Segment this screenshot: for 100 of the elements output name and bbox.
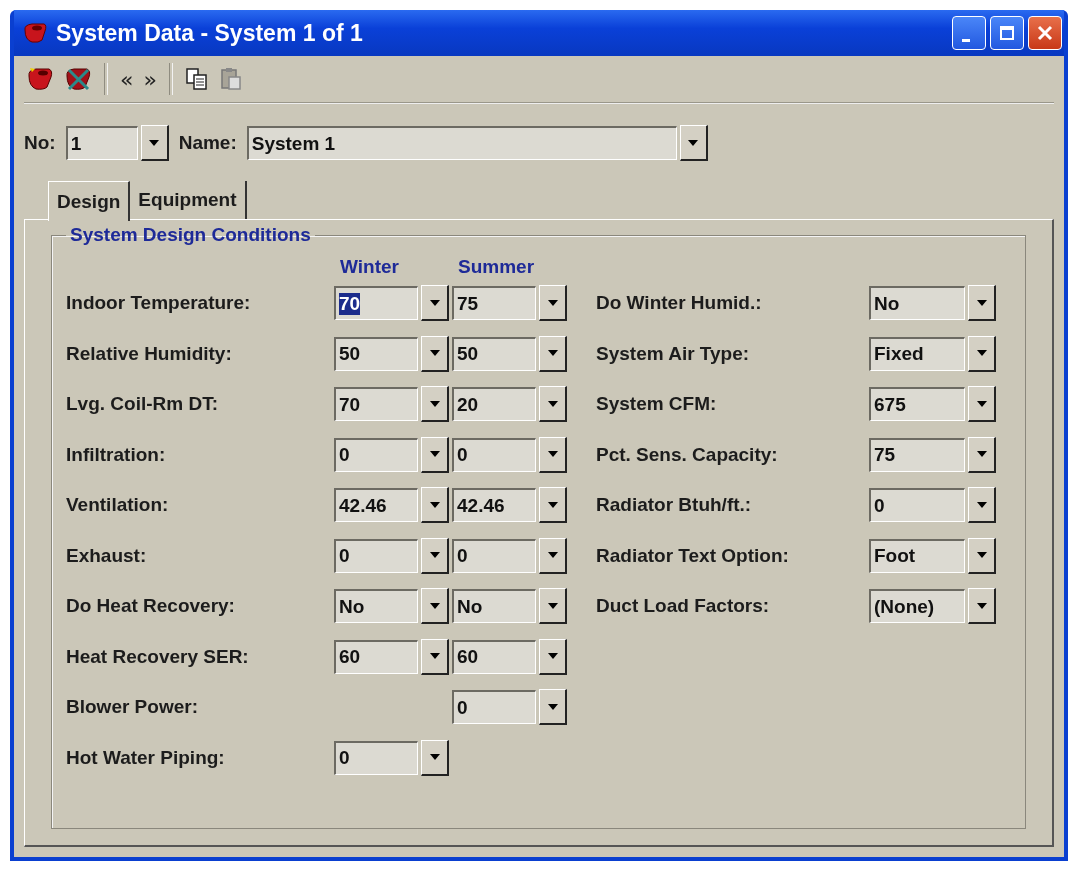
value-field[interactable]: 0 [869, 488, 965, 523]
field-label: Indoor Temperature: [66, 292, 252, 315]
group-title: System Design Conditions [69, 224, 312, 246]
dropdown-button[interactable] [968, 285, 996, 322]
value-field[interactable]: Foot [869, 538, 965, 573]
value-field[interactable]: 50 [452, 336, 536, 371]
dropdown-button[interactable] [539, 588, 567, 625]
caret-icon [429, 754, 440, 761]
field-label: System Air Type: [596, 342, 750, 365]
caret-icon [429, 552, 440, 559]
field-label: Infiltration: [66, 443, 167, 466]
caret-icon [976, 451, 987, 458]
dropdown-button[interactable] [968, 436, 996, 473]
field-label: Radiator Btuh/ft.: [596, 494, 752, 517]
field-label: Blower Power: [66, 696, 199, 719]
next-button[interactable]: » [141, 64, 159, 94]
tab[interactable]: Design [48, 181, 131, 221]
dropdown-button[interactable] [968, 386, 996, 423]
value-field[interactable]: 50 [334, 336, 418, 371]
caret-icon [976, 299, 987, 306]
no-label: No: [24, 132, 56, 154]
column-header: Winter [339, 256, 400, 278]
value-field[interactable]: 0 [452, 690, 536, 725]
dropdown-button[interactable] [539, 285, 567, 322]
value-field[interactable]: No [452, 589, 536, 624]
dropdown-button[interactable] [539, 386, 567, 423]
name-field[interactable]: System 1 [246, 126, 677, 160]
value-field[interactable]: 0 [452, 538, 536, 573]
value-field[interactable]: 0 [452, 437, 536, 472]
caret-icon [429, 451, 440, 458]
dropdown-button[interactable] [421, 386, 449, 423]
value-field[interactable]: Fixed [869, 336, 965, 371]
value-field[interactable]: 0 [334, 740, 418, 775]
value-field[interactable]: 42.46 [452, 488, 536, 523]
dropdown-button[interactable] [539, 537, 567, 574]
dropdown-button[interactable] [539, 689, 567, 726]
value-field[interactable]: 0 [334, 538, 418, 573]
caret-icon [429, 501, 440, 508]
column-header: Summer [457, 256, 536, 278]
dropdown-button[interactable] [421, 487, 449, 524]
caret-icon [976, 350, 987, 357]
caret-icon [688, 139, 699, 146]
value-field[interactable]: No [869, 286, 965, 321]
field-label: Radiator Text Option: [596, 544, 789, 567]
caret-icon [547, 299, 558, 306]
dropdown-button[interactable] [679, 125, 708, 161]
caret-icon [976, 400, 987, 407]
value-field[interactable]: No [334, 589, 418, 624]
crossed-blob-icon [64, 66, 92, 92]
value-field[interactable]: 60 [334, 639, 418, 674]
value-field[interactable]: 70 [334, 387, 418, 422]
caret-icon [429, 653, 440, 660]
name-label: Name: [178, 132, 237, 154]
field-label: Duct Load Factors: [596, 595, 770, 618]
dropdown-button[interactable] [140, 125, 169, 161]
blob-icon [26, 66, 54, 92]
number-field[interactable]: 1 [65, 126, 138, 160]
value-field[interactable]: (None) [869, 589, 965, 624]
field-label: Do Winter Humid.: [596, 292, 762, 315]
close-button[interactable] [1028, 16, 1062, 50]
field-label: Pct. Sens. Capacity: [596, 443, 778, 466]
value-field[interactable]: 0 [334, 437, 418, 472]
caret-icon [976, 602, 987, 609]
dropdown-button[interactable] [421, 638, 449, 675]
value-field[interactable]: 75 [869, 437, 965, 472]
caret-icon [547, 552, 558, 559]
dropdown-button[interactable] [421, 588, 449, 625]
field-label: Heat Recovery SER: [66, 645, 250, 668]
caret-icon [547, 350, 558, 357]
dropdown-button[interactable] [539, 638, 567, 675]
dropdown-button[interactable] [968, 537, 996, 574]
dropdown-button[interactable] [539, 335, 567, 372]
maximize-button[interactable] [990, 16, 1024, 50]
dropdown-button[interactable] [421, 739, 449, 776]
minimize-button[interactable] [952, 16, 986, 50]
dropdown-button[interactable] [421, 285, 449, 322]
field-label: Ventilation: [66, 494, 170, 517]
dropdown-button[interactable] [421, 436, 449, 473]
dropdown-button[interactable] [968, 335, 996, 372]
field-label: Do Heat Recovery: [66, 595, 236, 618]
value-field[interactable]: 42.46 [334, 488, 418, 523]
value-field[interactable]: 75 [452, 286, 536, 321]
dropdown-button[interactable] [539, 487, 567, 524]
caret-icon [547, 501, 558, 508]
dropdown-button[interactable] [421, 335, 449, 372]
dropdown-button[interactable] [968, 487, 996, 524]
caret-icon [976, 552, 987, 559]
value-field[interactable]: 70 [334, 286, 418, 321]
value-field[interactable]: 675 [869, 387, 965, 422]
previous-button[interactable]: « [118, 64, 136, 94]
caret-icon [547, 703, 558, 710]
value-field[interactable]: 60 [452, 639, 536, 674]
field-label: Exhaust: [66, 544, 148, 567]
value-field[interactable]: 20 [452, 387, 536, 422]
caret-icon [149, 139, 160, 146]
dropdown-button[interactable] [421, 537, 449, 574]
field-label: Lvg. Coil-Rm DT: [66, 393, 219, 416]
caret-icon [976, 501, 987, 508]
dropdown-button[interactable] [539, 436, 567, 473]
dropdown-button[interactable] [968, 588, 996, 625]
